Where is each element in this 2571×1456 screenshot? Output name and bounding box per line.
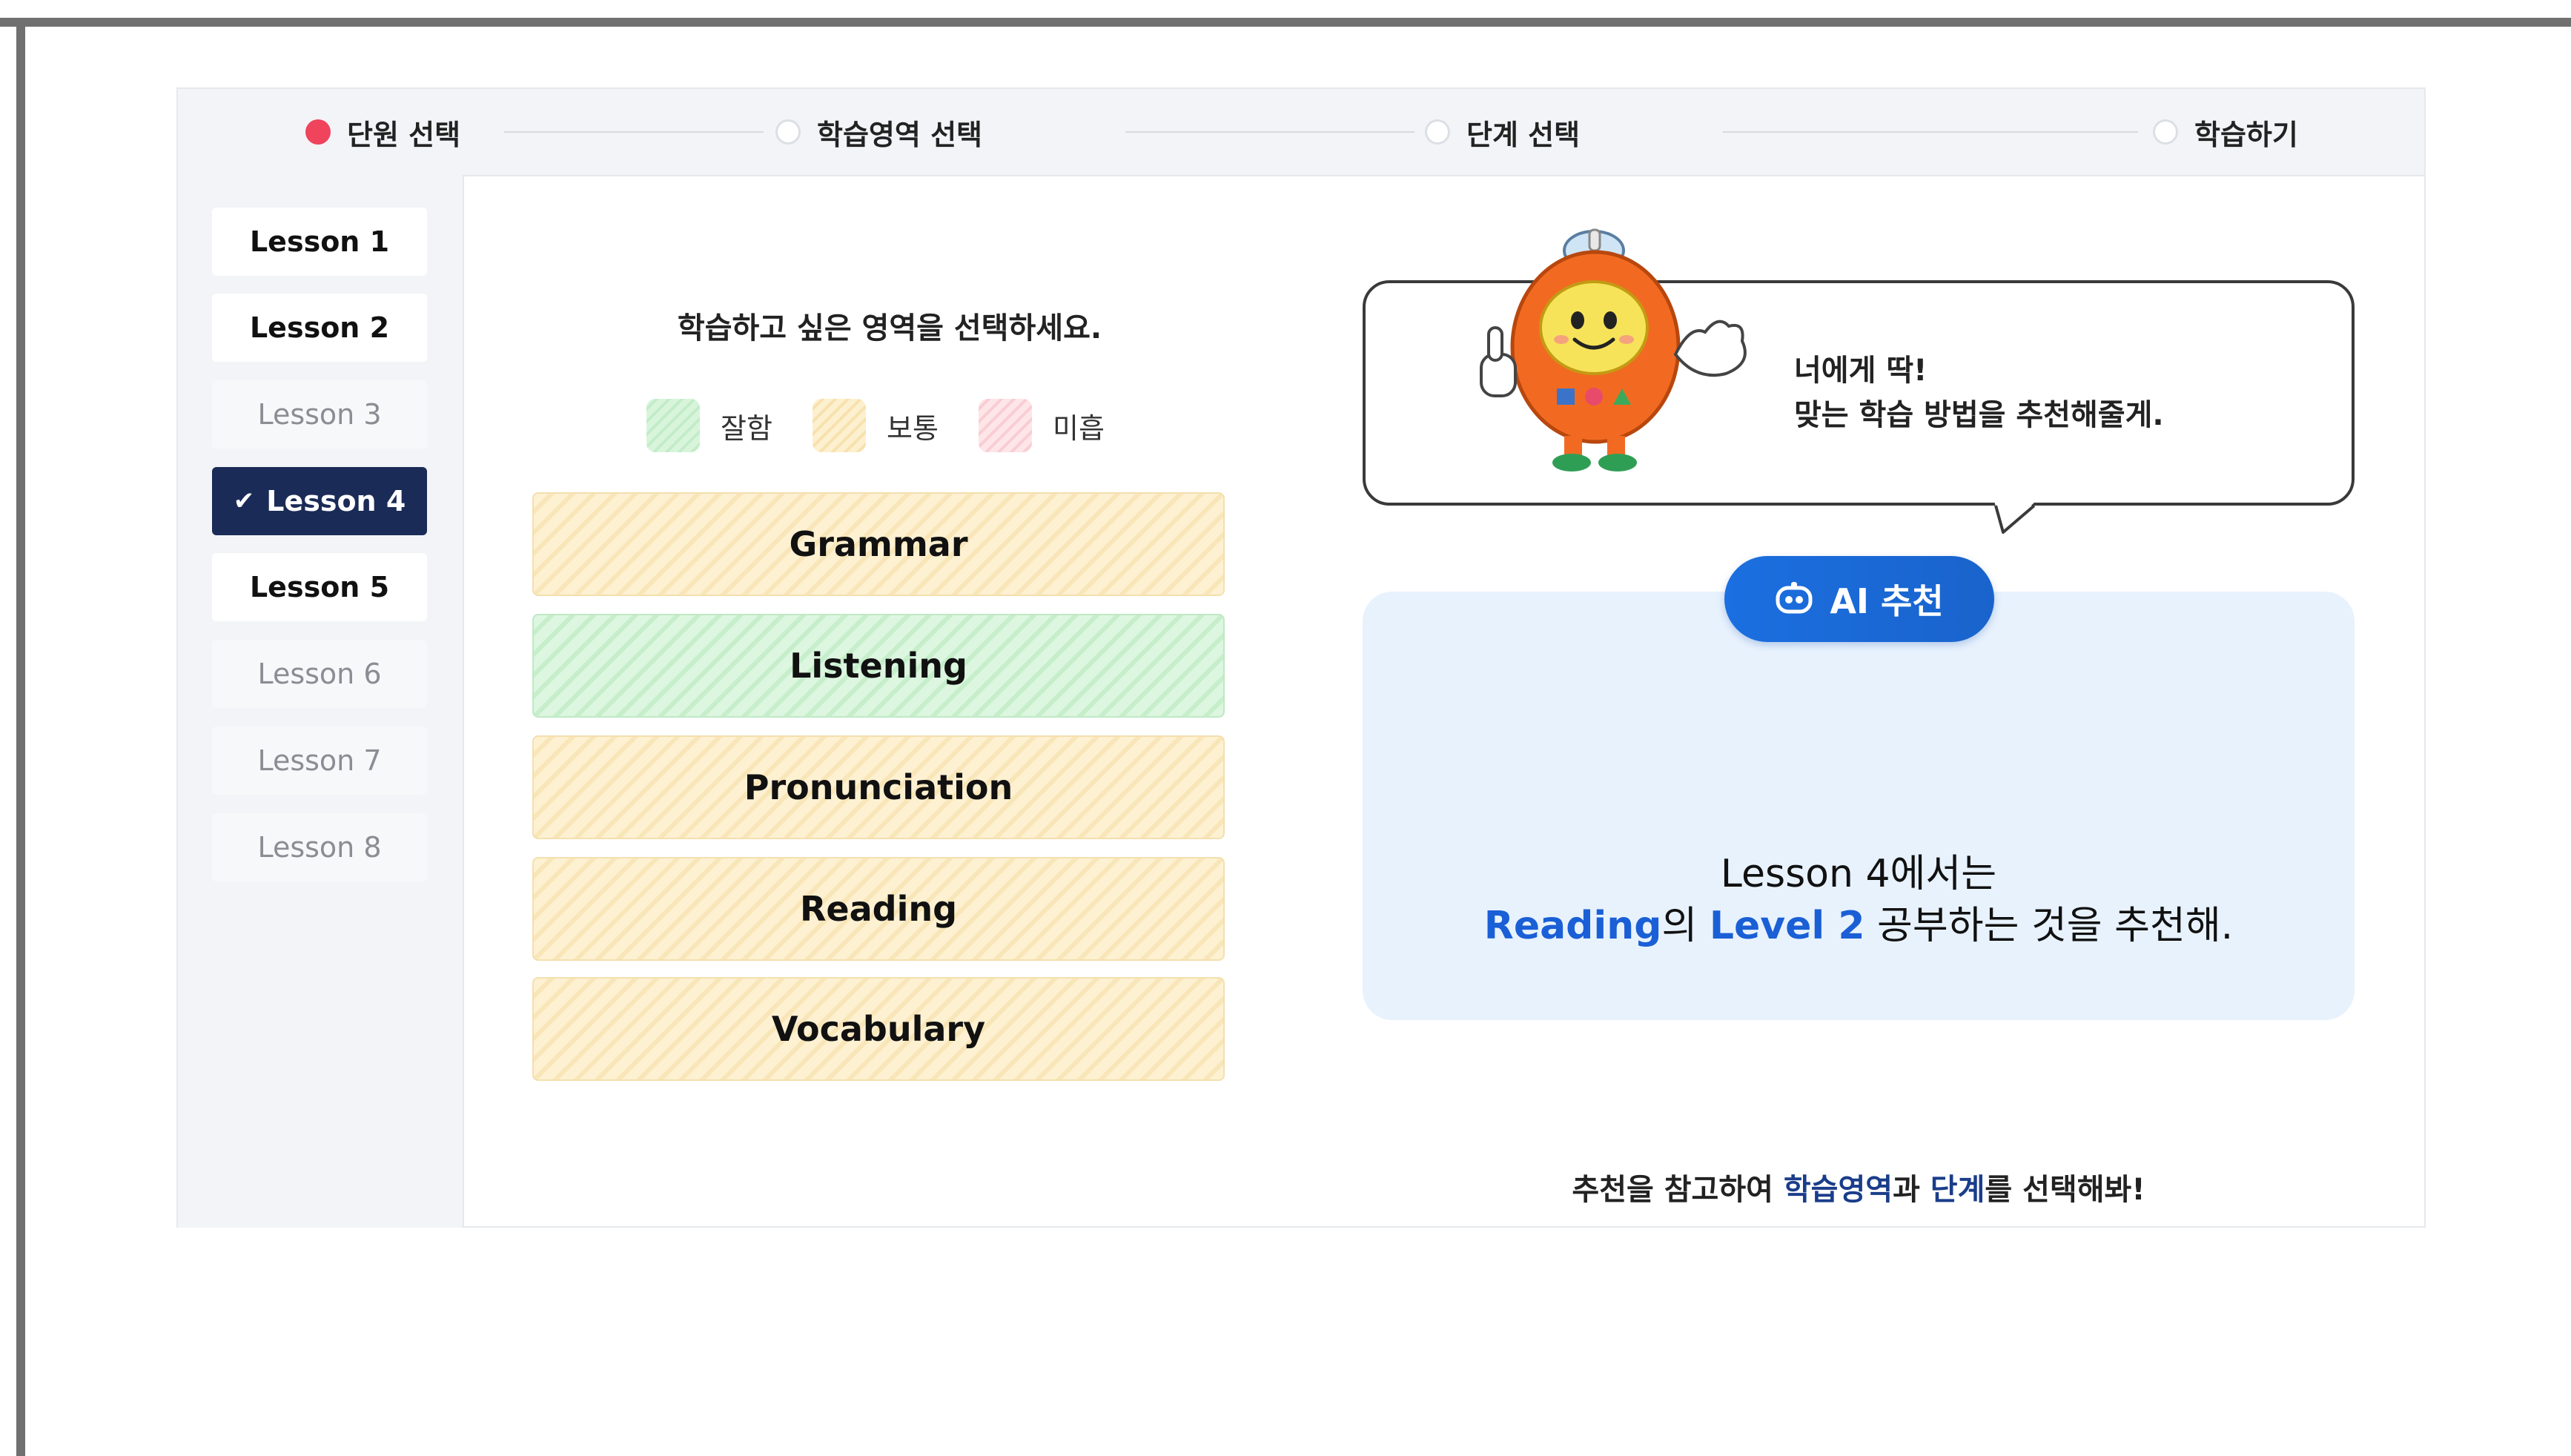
recommendation-particle: 의: [1661, 904, 1710, 948]
hint-suffix: 를 선택해봐!: [1985, 1173, 2145, 1207]
legend-label: 미흡: [1053, 411, 1105, 445]
step-label: 학습하기: [2194, 118, 2298, 151]
recommended-area: Reading: [1483, 904, 1662, 948]
window-frame-left: [16, 18, 25, 1456]
lesson-item-5[interactable]: Lesson 5: [212, 553, 427, 621]
legend-swatch-good: [646, 399, 700, 452]
speech-line: 너에게 딱!: [1794, 354, 1928, 388]
area-label: Reading: [799, 889, 958, 929]
lesson-sidebar: Lesson 1 Lesson 2 Lesson 3 ✔ Lesson 4 Le…: [178, 175, 464, 1228]
step-label: 학습영역 선택: [817, 118, 982, 151]
lesson-label: Lesson 3: [257, 398, 382, 431]
area-label: Listening: [790, 646, 967, 686]
area-label: Vocabulary: [771, 1009, 986, 1049]
ai-badge-label: AI 추천: [1830, 581, 1944, 621]
step-dot-icon: [775, 119, 801, 145]
step-label: 단원 선택: [347, 118, 461, 151]
step-label: 단계 선택: [1466, 118, 1581, 151]
lesson-item-8: Lesson 8: [212, 813, 427, 881]
area-button-grammar[interactable]: Grammar: [532, 492, 1225, 596]
legend-swatch-mid: [813, 399, 866, 452]
mascot-speech: 너에게 딱! 맞는 학습 방법을 추천해줄게.: [1794, 348, 2164, 437]
step-connector: [1125, 131, 1414, 133]
legend-label: 보통: [887, 411, 939, 445]
recommendation-rest: 공부하는 것을 추천해.: [1864, 904, 2234, 948]
lesson-item-4[interactable]: ✔ Lesson 4: [212, 467, 427, 535]
area-prompt: 학습하고 싶은 영역을 선택하세요.: [677, 311, 1102, 345]
recommended-level: Level 2: [1709, 904, 1865, 948]
step-level-select[interactable]: 단계 선택: [1425, 89, 1580, 175]
step-connector: [504, 131, 764, 133]
legend-low: 미흡: [979, 399, 1105, 452]
lesson-item-3: Lesson 3: [212, 380, 427, 449]
lesson-label: Lesson 6: [257, 658, 382, 690]
robot-icon: [1776, 582, 1813, 614]
lesson-label: Lesson 2: [249, 311, 390, 344]
guidance-hint: 추천을 참고하여 학습영역과 단계를 선택해봐!: [1363, 1165, 2355, 1208]
area-label: Grammar: [789, 524, 968, 564]
legend-mid: 보통: [813, 399, 939, 452]
lesson-item-2[interactable]: Lesson 2: [212, 294, 427, 362]
recommendation-card: [1363, 592, 2355, 1020]
lesson-selection-panel: 단원 선택 학습영역 선택 단계 선택 학습하기 Lesson 1 Lesson…: [176, 87, 2426, 1228]
legend-label: 잘함: [721, 411, 772, 445]
step-area-select[interactable]: 학습영역 선택: [775, 89, 982, 175]
lesson-label: Lesson 1: [249, 225, 390, 258]
area-button-vocabulary[interactable]: Vocabulary: [532, 977, 1225, 1081]
hint-prefix: 추천을 참고하여: [1572, 1173, 1784, 1207]
hint-area: 학습영역: [1783, 1173, 1893, 1207]
recommendation-line-1: Lesson 4에서는: [1720, 852, 1997, 896]
step-study[interactable]: 학습하기: [2153, 89, 2298, 175]
lesson-item-6: Lesson 6: [212, 640, 427, 708]
step-connector: [1723, 131, 2138, 133]
legend-swatch-low: [979, 399, 1032, 452]
area-button-reading[interactable]: Reading: [532, 857, 1225, 961]
step-dot-icon: [2153, 119, 2178, 145]
ai-recommend-badge: AI 추천: [1724, 556, 1994, 642]
lesson-label: Lesson 8: [257, 831, 382, 864]
hint-level: 단계: [1930, 1173, 1985, 1207]
step-dot-icon: [1425, 119, 1450, 145]
lesson-label: Lesson 5: [249, 571, 390, 603]
lesson-item-1[interactable]: Lesson 1: [212, 208, 427, 276]
speech-bubble-tail: [1994, 501, 2036, 534]
check-icon: ✔: [233, 486, 255, 516]
hint-mid: 과: [1893, 1173, 1930, 1207]
lesson-label: Lesson 7: [257, 744, 382, 777]
recommendation-line-2: Reading의 Level 2 공부하는 것을 추천해.: [1363, 894, 2355, 950]
area-button-pronunciation[interactable]: Pronunciation: [532, 735, 1225, 839]
mascot-character-icon: [1480, 228, 1747, 471]
speech-line: 맞는 학습 방법을 추천해줄게.: [1794, 398, 2164, 432]
step-unit-select[interactable]: 단원 선택: [305, 89, 460, 175]
progress-stepper: 단원 선택 학습영역 선택 단계 선택 학습하기: [178, 89, 2424, 176]
step-active-dot-icon: [305, 119, 331, 145]
lesson-label: Lesson 4: [266, 485, 406, 517]
legend-good: 잘함: [646, 399, 772, 452]
lesson-item-7: Lesson 7: [212, 727, 427, 795]
area-button-listening[interactable]: Listening: [532, 614, 1225, 718]
window-frame-top: [0, 18, 2571, 27]
area-label: Pronunciation: [744, 767, 1013, 807]
